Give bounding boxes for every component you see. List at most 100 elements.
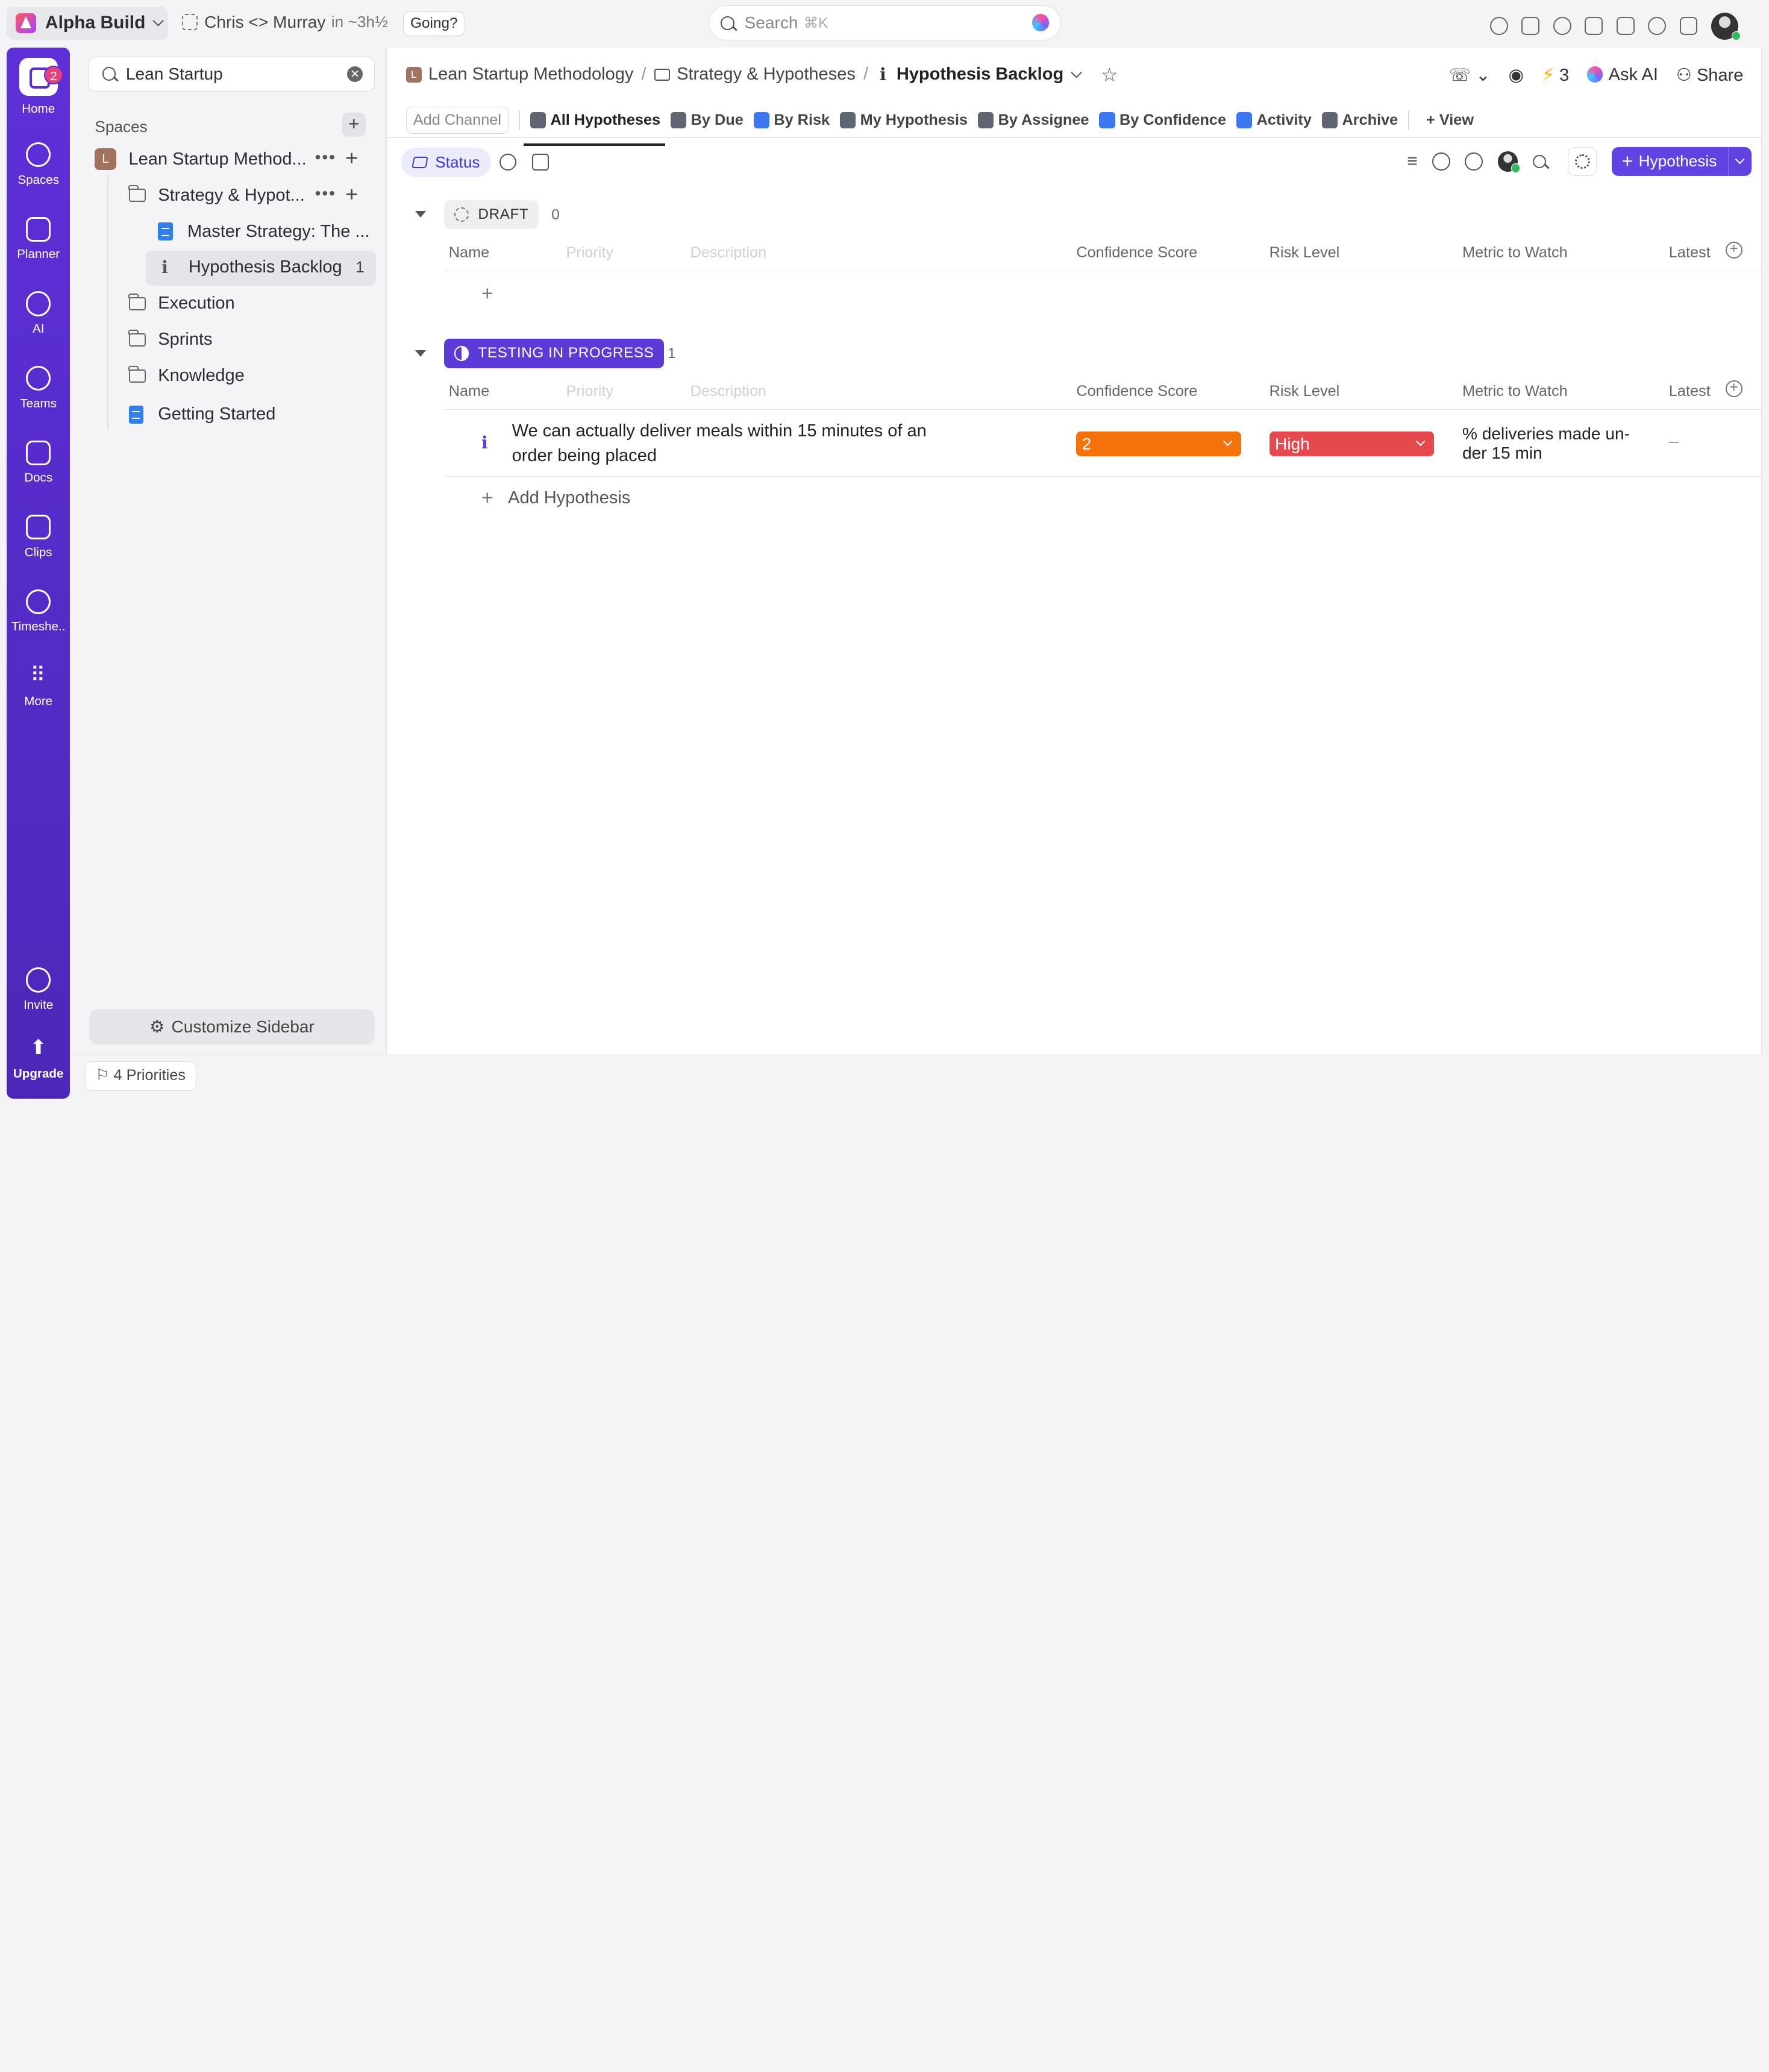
rail-timesheets[interactable]: Timeshe.. bbox=[7, 589, 70, 635]
group-by-status-button[interactable]: Status bbox=[401, 148, 492, 178]
settings-icon[interactable] bbox=[1567, 146, 1597, 177]
rail-upgrade[interactable]: ⬆ Upgrade bbox=[7, 1036, 70, 1082]
rail-planner[interactable]: Planner bbox=[7, 216, 70, 262]
rail-clips[interactable]: Clips bbox=[7, 515, 70, 560]
upcoming-meeting[interactable]: Chris <> Murray in ~3h½ bbox=[181, 13, 388, 32]
assignees-icon[interactable] bbox=[1465, 152, 1483, 171]
tab-activity[interactable]: Activity bbox=[1236, 102, 1312, 139]
sidebar-item-execution[interactable]: Execution bbox=[128, 287, 235, 321]
metric-value[interactable]: % deliveries made un-der 15 min bbox=[1462, 424, 1643, 463]
phone-icon[interactable]: ☏ ⌄ bbox=[1449, 64, 1491, 86]
rail-spaces[interactable]: Spaces bbox=[7, 142, 70, 187]
risk-dropdown[interactable]: High bbox=[1269, 431, 1435, 456]
alarm-icon[interactable] bbox=[1648, 17, 1667, 36]
new-hypothesis-button[interactable]: + Hypothesis bbox=[1611, 146, 1752, 177]
more-options-icon[interactable]: ••• bbox=[315, 148, 336, 167]
star-icon[interactable]: ☆ bbox=[1101, 63, 1118, 86]
confidence-dropdown[interactable]: 2 bbox=[1076, 431, 1241, 456]
col-latest[interactable]: Latest bbox=[1669, 383, 1711, 400]
collapse-caret-icon[interactable] bbox=[415, 211, 426, 218]
col-name[interactable]: Name bbox=[449, 383, 489, 400]
add-space-button[interactable]: + bbox=[342, 113, 366, 137]
tab-by-assignee[interactable]: By Assignee bbox=[977, 102, 1089, 139]
latest-value[interactable]: – bbox=[1669, 432, 1679, 451]
check-circle-icon[interactable] bbox=[1489, 17, 1508, 36]
more-options-icon[interactable]: ••• bbox=[315, 184, 336, 203]
sidebar-item-sprints[interactable]: Sprints bbox=[128, 323, 213, 357]
notepad-icon[interactable] bbox=[1585, 17, 1603, 36]
workspace-switcher[interactable]: Alpha Build bbox=[7, 7, 169, 40]
col-description[interactable]: Description bbox=[690, 383, 766, 400]
sidebar-search-input[interactable]: Lean Startup ✕ bbox=[88, 56, 375, 92]
ask-ai-button[interactable]: Ask AI bbox=[1587, 65, 1658, 85]
sidebar-item-folder[interactable]: Strategy & Hypot... bbox=[128, 178, 305, 212]
col-metric[interactable]: Metric to Watch bbox=[1462, 383, 1568, 400]
rail-docs[interactable]: Docs bbox=[7, 440, 70, 486]
col-confidence[interactable]: Confidence Score bbox=[1076, 244, 1197, 262]
sidebar-item-getting-started[interactable]: Getting Started bbox=[128, 397, 275, 431]
add-hypothesis-button[interactable]: + Add Hypothesis bbox=[481, 486, 630, 510]
status-badge-testing[interactable]: TESTING IN PROGRESS bbox=[444, 339, 665, 368]
clear-search-icon[interactable]: ✕ bbox=[347, 66, 363, 82]
user-avatar[interactable] bbox=[1711, 12, 1741, 41]
rail-teams[interactable]: Teams bbox=[7, 365, 70, 411]
table-row[interactable]: i We can actually deliver meals within 1… bbox=[444, 411, 1763, 477]
add-column-icon[interactable]: + bbox=[1725, 241, 1742, 259]
check-circle-icon[interactable] bbox=[1432, 152, 1450, 171]
new-hypothesis-dropdown[interactable] bbox=[1728, 146, 1751, 177]
sidebar-item-hypothesis-backlog[interactable]: i Hypothesis Backlog 1 bbox=[158, 251, 365, 284]
subtasks-icon[interactable] bbox=[499, 153, 517, 171]
share-button[interactable]: ⚇ Share bbox=[1676, 64, 1744, 86]
tab-by-risk[interactable]: By Risk bbox=[753, 102, 830, 139]
col-metric[interactable]: Metric to Watch bbox=[1462, 244, 1568, 262]
task-name[interactable]: We can actually deliver meals within 15 … bbox=[512, 419, 930, 468]
rail-more[interactable]: ⠿ More bbox=[7, 664, 70, 709]
document-icon[interactable] bbox=[1679, 17, 1698, 36]
crumb-space[interactable]: Lean Startup Methodology bbox=[428, 64, 633, 84]
status-badge-draft[interactable]: DRAFT bbox=[444, 199, 539, 230]
rail-home[interactable]: 2 Home bbox=[7, 57, 70, 116]
col-confidence[interactable]: Confidence Score bbox=[1076, 383, 1197, 400]
inbox-icon[interactable] bbox=[1521, 17, 1540, 36]
add-view-button[interactable]: + View bbox=[1426, 111, 1474, 129]
add-task-icon[interactable]: + bbox=[481, 282, 493, 306]
user-avatar[interactable] bbox=[1497, 151, 1521, 173]
tab-all-hypotheses[interactable]: All Hypotheses bbox=[523, 102, 666, 146]
col-priority[interactable]: Priority bbox=[566, 244, 614, 262]
ai-brain-icon[interactable] bbox=[1032, 14, 1050, 31]
customize-sidebar-button[interactable]: ⚙ Customize Sidebar bbox=[89, 1009, 375, 1044]
sidebar-item-space[interactable]: L Lean Startup Method... bbox=[95, 142, 307, 176]
timer-icon[interactable] bbox=[1553, 17, 1571, 36]
add-channel-button[interactable]: Add Channel bbox=[405, 106, 509, 134]
add-icon[interactable]: + bbox=[345, 146, 358, 171]
tab-my-hypothesis[interactable]: My Hypothesis bbox=[839, 102, 968, 139]
tab-by-due[interactable]: By Due bbox=[670, 102, 744, 139]
collapse-caret-icon[interactable] bbox=[415, 350, 426, 357]
tab-archive[interactable]: Archive bbox=[1321, 102, 1398, 139]
filter-icon[interactable]: ≡ bbox=[1407, 151, 1418, 172]
col-risk[interactable]: Risk Level bbox=[1270, 383, 1340, 400]
col-priority[interactable]: Priority bbox=[566, 383, 614, 400]
global-search[interactable]: Search ⌘K bbox=[709, 5, 1061, 41]
sidebar-item-master-strategy[interactable]: Master Strategy: The ... bbox=[158, 215, 370, 248]
add-column-icon[interactable]: + bbox=[1725, 380, 1742, 398]
col-description[interactable]: Description bbox=[690, 244, 766, 262]
col-latest[interactable]: Latest bbox=[1669, 244, 1711, 262]
columns-icon[interactable] bbox=[532, 153, 549, 171]
col-risk[interactable]: Risk Level bbox=[1270, 244, 1340, 262]
automations[interactable]: ⚡ 3 bbox=[1542, 64, 1569, 86]
sidebar-item-knowledge[interactable]: Knowledge bbox=[128, 359, 245, 393]
rail-invite[interactable]: Invite bbox=[7, 967, 70, 1012]
col-name[interactable]: Name bbox=[449, 244, 489, 262]
video-icon[interactable] bbox=[1616, 17, 1635, 36]
priorities-button[interactable]: ⚐ 4 Priorities bbox=[84, 1061, 196, 1091]
add-icon[interactable]: + bbox=[345, 182, 358, 207]
incognito-icon[interactable]: ◉ bbox=[1509, 64, 1524, 86]
search-icon[interactable] bbox=[1532, 154, 1547, 169]
rail-ai[interactable]: AI bbox=[7, 291, 70, 336]
crumb-list[interactable]: Hypothesis Backlog bbox=[897, 64, 1063, 84]
crumb-folder[interactable]: Strategy & Hypotheses bbox=[677, 64, 856, 84]
chevron-down-icon[interactable] bbox=[1071, 66, 1082, 78]
rsvp-button[interactable]: Going? bbox=[402, 11, 465, 36]
tab-by-confidence[interactable]: By Confidence bbox=[1099, 102, 1226, 139]
